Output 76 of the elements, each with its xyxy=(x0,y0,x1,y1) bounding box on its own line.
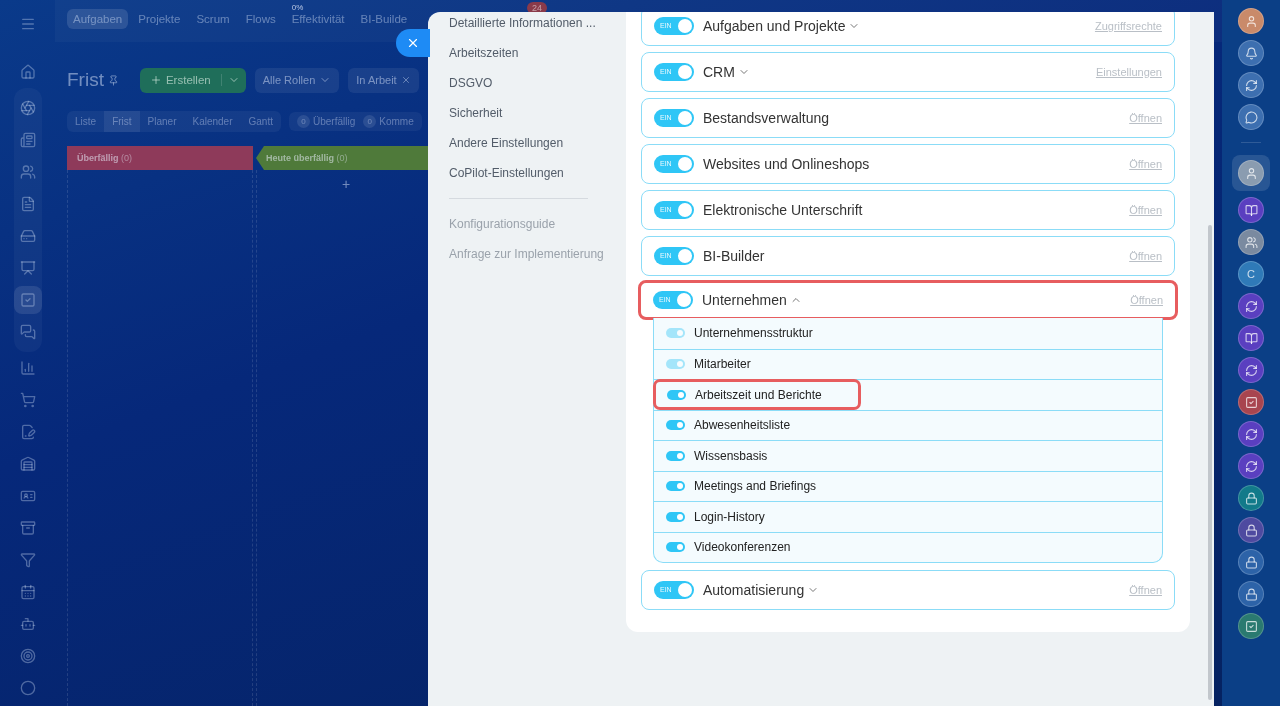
submodule-label: Login-History xyxy=(694,509,765,524)
submodule-label: Unternehmensstruktur xyxy=(694,326,813,341)
submodule-toggle[interactable] xyxy=(666,420,685,431)
remove-icon[interactable] xyxy=(400,75,411,85)
lock-icon[interactable] xyxy=(1238,549,1264,575)
checkbox-icon[interactable] xyxy=(13,286,42,314)
module-label: Websites und Onlineshops xyxy=(703,156,870,172)
module-label: Elektronische Unterschrift xyxy=(703,202,863,218)
submodule-label: Meetings and Briefings xyxy=(694,479,817,494)
submodule-label: Arbeitszeit und Berichte xyxy=(695,387,822,402)
bell-icon[interactable] xyxy=(1238,40,1264,66)
module-link[interactable]: Öffnen xyxy=(1129,158,1162,170)
page-title: Frist xyxy=(67,69,104,91)
settings-menu-item[interactable]: CoPilot-Einstellungen xyxy=(449,158,606,188)
filter-chip[interactable]: In Arbeit xyxy=(348,67,419,93)
view-tab[interactable]: Planer xyxy=(139,110,185,132)
lock-icon[interactable] xyxy=(1238,581,1264,607)
submodule-label: Abwesenheitsliste xyxy=(694,418,791,433)
module-label: Bestandsverwaltung xyxy=(703,110,830,126)
role-dropdown[interactable]: Alle Rollen xyxy=(254,67,340,93)
check-icon[interactable] xyxy=(1238,389,1264,415)
module-link[interactable]: Öffnen xyxy=(1129,204,1162,216)
chat-icon[interactable] xyxy=(1238,104,1264,130)
settings-menu-item[interactable]: Detaillierte Informationen ... xyxy=(449,12,606,38)
pin-icon[interactable] xyxy=(107,74,119,86)
view-tab[interactable]: Frist xyxy=(104,110,140,132)
add-task-button[interactable]: + xyxy=(341,176,351,192)
module-label: Aufgaben und Projekte xyxy=(703,18,846,34)
module-link[interactable]: Öffnen xyxy=(1129,584,1162,596)
avatar-icon[interactable] xyxy=(1238,160,1264,186)
view-tab[interactable]: Liste xyxy=(67,110,105,132)
chat-initial[interactable]: C xyxy=(1238,261,1264,287)
submodule-toggle[interactable] xyxy=(667,389,686,400)
nav-tab[interactable]: Aufgaben xyxy=(67,9,129,29)
module-link[interactable]: Zugriffsrechte xyxy=(1094,20,1162,32)
plus-icon xyxy=(149,74,162,86)
nav-tab[interactable]: Flows xyxy=(239,9,282,29)
view-tab[interactable]: Gantt xyxy=(240,110,281,132)
settings-menu-link[interactable]: Anfrage zur Implementierung xyxy=(449,239,606,269)
avatar-icon[interactable] xyxy=(1238,8,1264,34)
settings-menu-link[interactable]: Konfigurationsguide xyxy=(449,209,606,239)
module-link[interactable]: Öffnen xyxy=(1129,250,1162,262)
create-button[interactable]: Erstellen xyxy=(139,67,246,93)
lock-icon[interactable] xyxy=(1238,485,1264,511)
scrollbar[interactable] xyxy=(1208,225,1212,700)
module-label: BI-Builder xyxy=(703,248,765,264)
submodule-label: Mitarbeiter xyxy=(694,357,751,372)
module-label: Automatisierung xyxy=(703,582,805,598)
group-icon[interactable] xyxy=(1238,229,1264,255)
close-button[interactable] xyxy=(396,29,430,57)
book-icon[interactable] xyxy=(1238,325,1264,351)
module-link[interactable]: Öffnen xyxy=(1130,294,1163,306)
submodule-label: Wissensbasis xyxy=(694,448,768,463)
settings-menu-item[interactable]: Andere Einstellungen xyxy=(449,128,606,158)
module-label: Unternehmen xyxy=(702,292,787,308)
submodule-toggle[interactable] xyxy=(666,542,685,553)
settings-menu-item[interactable]: Arbeitszeiten xyxy=(449,38,606,68)
submodule-toggle[interactable] xyxy=(666,450,685,461)
nav-tab[interactable]: Scrum xyxy=(190,9,236,29)
view-tab[interactable]: Kalender xyxy=(184,110,241,132)
settings-menu-item[interactable]: Sicherheit xyxy=(449,98,606,128)
book-icon[interactable] xyxy=(1238,197,1264,223)
submodule-toggle[interactable] xyxy=(666,481,685,492)
column-header: Überfällig (0) xyxy=(67,146,253,170)
module-link[interactable]: Öffnen xyxy=(1129,112,1162,124)
submodule-toggle[interactable] xyxy=(666,511,685,522)
module-label: CRM xyxy=(703,64,735,80)
nav-tab[interactable]: Projekte xyxy=(132,9,187,29)
module-link[interactable]: Einstellungen xyxy=(1095,66,1162,78)
check-icon[interactable] xyxy=(1238,613,1264,639)
submodule-label: Videokonferenzen xyxy=(694,540,791,555)
nav-tab[interactable]: BI-Builde xyxy=(354,9,414,29)
settings-menu-item[interactable]: DSGVO xyxy=(449,68,606,98)
percent-note: 0% xyxy=(291,3,304,12)
lock-icon[interactable] xyxy=(1238,517,1264,543)
close-icon xyxy=(406,36,420,50)
